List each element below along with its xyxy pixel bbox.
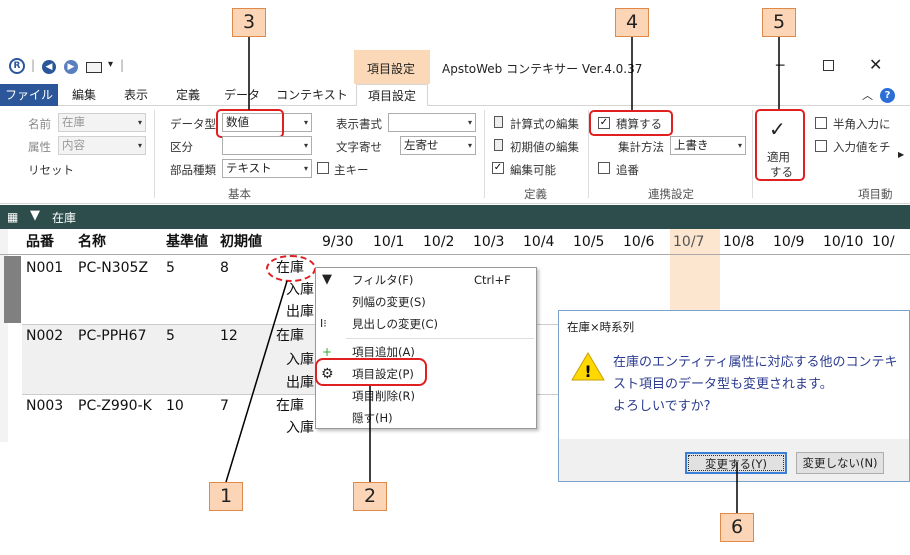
callout-4: 4 [615, 8, 649, 37]
callout-lines [225, 37, 780, 513]
callout-5: 5 [762, 8, 796, 37]
callout-2: 2 [353, 482, 387, 511]
callout-6: 6 [720, 513, 754, 542]
callout-1: 1 [209, 482, 243, 511]
callout-3: 3 [232, 8, 266, 37]
